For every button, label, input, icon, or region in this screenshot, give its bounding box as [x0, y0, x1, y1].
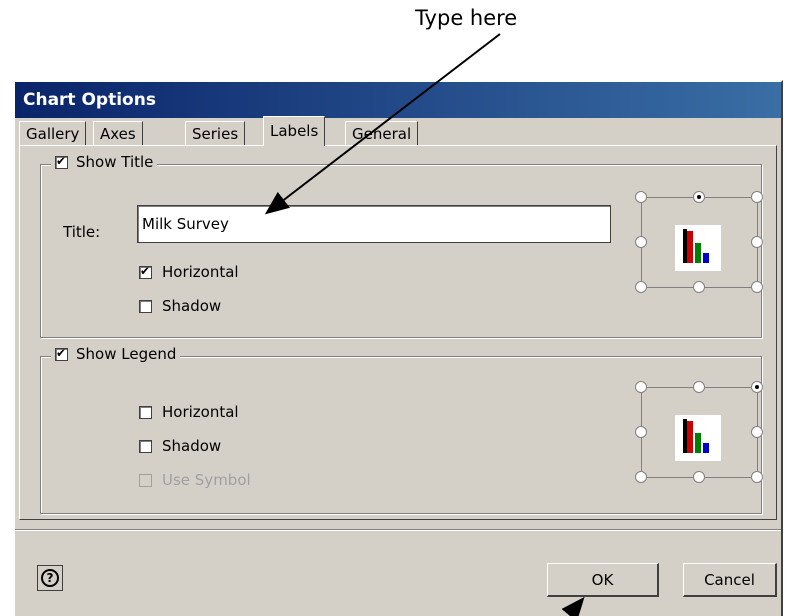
title-field-label: Title: [63, 223, 101, 241]
footer-divider [15, 529, 781, 531]
help-icon: ? [41, 569, 59, 587]
title-position-bottom-center[interactable] [693, 281, 705, 293]
legend-position-middle-right[interactable] [751, 426, 763, 438]
title-input[interactable] [137, 205, 611, 243]
title-position-bottom-left[interactable] [635, 281, 647, 293]
legend-shadow-checkbox[interactable] [139, 439, 152, 453]
title-position-middle-left[interactable] [635, 236, 647, 248]
title-shadow-option[interactable]: Shadow [139, 297, 221, 315]
title-shadow-label: Shadow [162, 297, 222, 315]
bar-chart-icon [675, 415, 721, 461]
legend-horizontal-label: Horizontal [162, 403, 239, 421]
tab-axes[interactable]: Axes [93, 121, 143, 145]
use-symbol-checkbox [139, 473, 152, 487]
legend-position-middle-left[interactable] [635, 426, 647, 438]
show-legend-legend: Show Legend [51, 345, 181, 363]
legend-position-top-center[interactable] [693, 381, 705, 393]
show-legend-group: Show Legend Horizontal Shadow Use Symbol [40, 345, 763, 514]
tab-general[interactable]: General [345, 121, 419, 145]
title-shadow-checkbox[interactable] [139, 299, 152, 313]
use-symbol-label: Use Symbol [162, 471, 251, 489]
tab-labels[interactable]: Labels [263, 116, 326, 146]
chart-options-dialog: Chart Options Gallery Axes Series Labels… [13, 80, 783, 616]
legend-position-top-left[interactable] [635, 381, 647, 393]
title-position-middle-right[interactable] [751, 236, 763, 248]
title-horizontal-option[interactable]: Horizontal [139, 263, 239, 281]
title-horizontal-checkbox[interactable] [139, 264, 152, 279]
ok-button[interactable]: OK [547, 563, 659, 597]
tab-gallery[interactable]: Gallery [19, 121, 87, 145]
use-symbol-option: Use Symbol [139, 471, 251, 489]
show-legend-checkbox[interactable] [55, 346, 68, 361]
legend-position-bottom-right[interactable] [751, 471, 763, 483]
cancel-button[interactable]: Cancel [683, 563, 777, 597]
title-position-bottom-right[interactable] [751, 281, 763, 293]
show-legend-label: Show Legend [76, 345, 177, 363]
legend-position-bottom-left[interactable] [635, 471, 647, 483]
tab-series[interactable]: Series [185, 121, 246, 145]
legend-position-bottom-center[interactable] [693, 471, 705, 483]
bar-chart-icon [675, 225, 721, 271]
title-position-top-right[interactable] [751, 191, 763, 203]
show-title-group: Show Title Title: Horizontal Shadow [40, 153, 763, 338]
title-position-top-left[interactable] [635, 191, 647, 203]
show-title-checkbox[interactable] [55, 154, 68, 169]
title-horizontal-label: Horizontal [162, 263, 239, 281]
title-position-top-center[interactable] [693, 191, 705, 203]
title-position-grid [635, 191, 763, 299]
dialog-title: Chart Options [15, 82, 781, 118]
help-button[interactable]: ? [37, 565, 63, 591]
show-title-legend: Show Title [51, 153, 158, 171]
legend-horizontal-option[interactable]: Horizontal [139, 403, 239, 421]
show-title-label: Show Title [76, 153, 154, 171]
legend-position-grid [635, 381, 763, 489]
annotation-type-here: Type here [415, 6, 518, 30]
legend-horizontal-checkbox[interactable] [139, 405, 152, 419]
legend-shadow-option[interactable]: Shadow [139, 437, 221, 455]
legend-position-top-right[interactable] [751, 381, 763, 393]
legend-shadow-label: Shadow [162, 437, 222, 455]
labels-tab-panel: Show Title Title: Horizontal Shadow [19, 145, 777, 520]
